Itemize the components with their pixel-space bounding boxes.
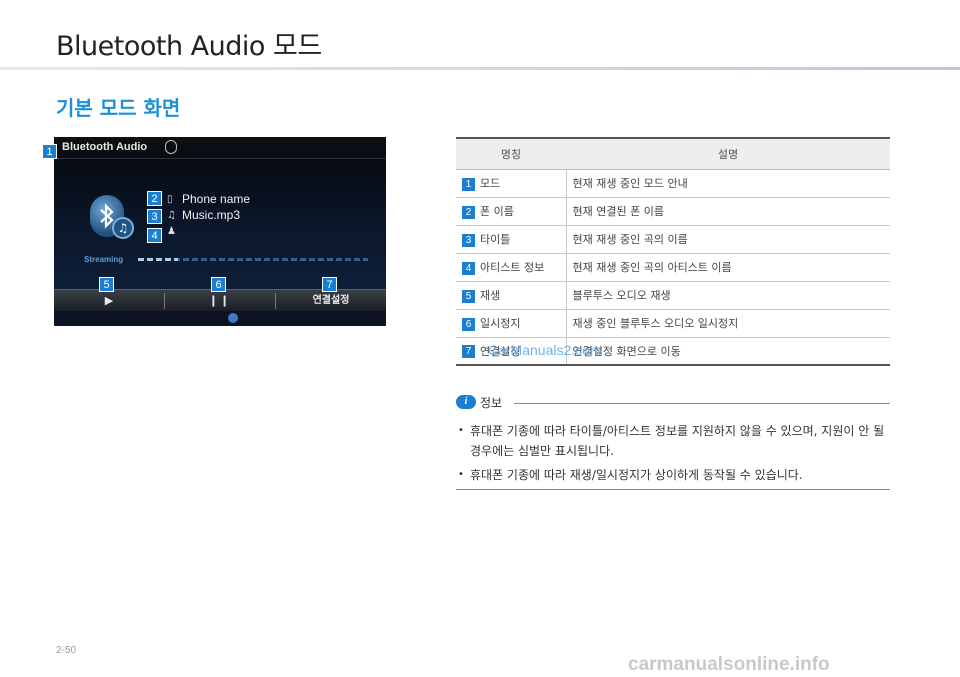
callout-badge-6: 6 [211, 277, 226, 292]
row-name-cell: 1 모드 [456, 169, 567, 198]
row-name-cell: 4 아티스트 정보 [456, 253, 567, 282]
page-number: 2-50 [56, 645, 77, 656]
screen-mode-title: Bluetooth Audio [62, 141, 148, 153]
row-description: 재생 중인 블루투스 오디오 일시정지 [566, 309, 890, 338]
page-title: Bluetooth Audio 모드 [56, 31, 322, 62]
info-item: 휴대폰 기종에 따라 타이틀/아티스트 정보를 지원하지 않을 수 있으며, 지… [458, 421, 892, 461]
row-name-cell: 5 재생 [456, 281, 567, 310]
table-header-row: 명칭 설명 [456, 137, 890, 170]
row-name: 폰 이름 [480, 205, 514, 218]
pause-button[interactable]: ❙❙ [165, 290, 275, 312]
table-row: 2 폰 이름 현재 연결된 폰 이름 [456, 197, 890, 226]
screen-status-bar [54, 311, 386, 326]
artist-icon: ♟ [167, 226, 176, 237]
row-number-badge: 7 [462, 345, 475, 359]
info-divider-bottom [456, 489, 890, 490]
table-row: 3 타이틀 현재 재생 중인 곡의 이름 [456, 225, 890, 254]
info-list: 휴대폰 기종에 따라 타이틀/아티스트 정보를 지원하지 않을 수 있으며, 지… [458, 421, 892, 489]
streaming-label: Streaming [84, 255, 124, 264]
callout-badge-3: 3 [147, 209, 162, 224]
table-row: 6 일시정지 재생 중인 블루투스 오디오 일시정지 [456, 309, 890, 338]
carmanuals-watermark: CarManuals2.com [488, 342, 602, 358]
row-number-badge: 2 [462, 205, 475, 219]
table-row: 1 모드 현재 재생 중인 모드 안내 [456, 169, 890, 198]
description-table: 명칭 설명 1 모드 현재 재생 중인 모드 안내 2 폰 이름 현재 연결된 폰 … [456, 137, 890, 366]
row-name: 재생 [480, 289, 501, 302]
track-title: Music.mp3 [182, 208, 241, 222]
table-row: 4 아티스트 정보 현재 재생 중인 곡의 아티스트 이름 [456, 253, 890, 282]
phone-icon: ▯ [167, 194, 173, 205]
screen-header: Bluetooth Audio [54, 137, 386, 159]
play-button[interactable]: ▶ [54, 290, 164, 312]
callout-badge-7: 7 [322, 277, 337, 292]
info-item: 휴대폰 기종에 따라 재생/일시정지가 상이하게 동작될 수 있습니다. [458, 465, 892, 485]
row-name: 모드 [480, 177, 501, 190]
music-icon: ♫ [167, 210, 176, 221]
row-name: 타이틀 [480, 233, 511, 246]
info-icon: i [456, 395, 476, 409]
row-name-cell: 2 폰 이름 [456, 197, 567, 226]
row-name: 일시정지 [480, 317, 521, 330]
row-number-badge: 4 [462, 261, 475, 275]
row-description: 현재 연결된 폰 이름 [566, 197, 890, 226]
row-description: 현재 재생 중인 곡의 이름 [566, 225, 890, 254]
callout-badge-4: 4 [147, 228, 162, 243]
row-number-badge: 3 [462, 233, 475, 247]
bluetooth-status-icon [228, 313, 238, 323]
row-number-badge: 6 [462, 317, 475, 331]
callout-badge-5: 5 [99, 277, 114, 292]
row-name: 아티스트 정보 [480, 261, 545, 274]
row-description: 연결설정 화면으로 이동 [566, 337, 890, 366]
phone-name: Phone name [182, 192, 251, 206]
row-description: 현재 재생 중인 곡의 아티스트 이름 [566, 253, 890, 282]
row-number-badge: 5 [462, 289, 475, 303]
callout-badge-1: 1 [42, 144, 57, 159]
streaming-progress [138, 258, 178, 261]
info-divider-top [514, 403, 890, 404]
bluetooth-audio-screen: Bluetooth Audio ♫ ▯ Phone name ♫ Music.m… [54, 137, 386, 326]
connect-settings-button[interactable]: 연결설정 [276, 290, 386, 312]
row-name-cell: 6 일시정지 [456, 309, 567, 338]
column-header-name: 명칭 [456, 137, 566, 170]
table-row: 5 재생 블루투스 오디오 재생 [456, 281, 890, 310]
bluetooth-icon [165, 140, 177, 154]
site-watermark: carmanualsonline.info [628, 654, 830, 675]
title-divider [0, 67, 960, 70]
row-name-cell: 3 타이틀 [456, 225, 567, 254]
music-note-icon: ♫ [112, 217, 134, 239]
column-header-description: 설명 [566, 137, 890, 170]
row-description: 블루투스 오디오 재생 [566, 281, 890, 310]
row-number-badge: 1 [462, 177, 475, 191]
section-title: 기본 모드 화면 [56, 96, 181, 120]
row-description: 현재 재생 중인 모드 안내 [566, 169, 890, 198]
info-label: 정보 [480, 396, 503, 410]
callout-badge-2: 2 [147, 191, 162, 206]
